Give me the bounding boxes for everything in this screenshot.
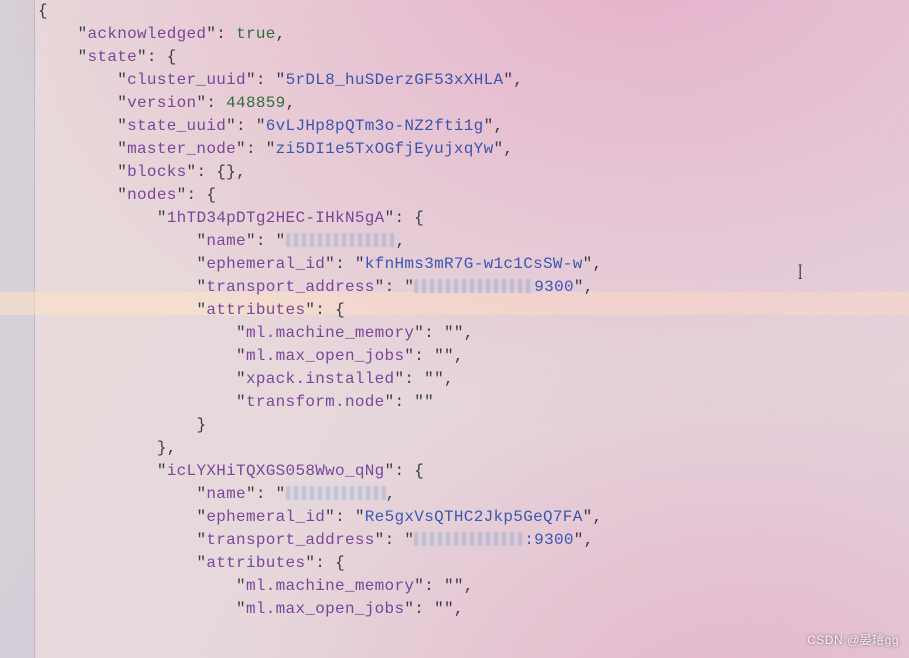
redacted-name-2 bbox=[286, 486, 386, 500]
val-version: 448859 bbox=[226, 94, 285, 112]
val-cluster-uuid: 5rDL8_huSDerzGF53xXHLA bbox=[286, 71, 504, 89]
key-state-uuid: state_uuid bbox=[127, 117, 226, 135]
val-master-node: zi5DI1e5TxOGfjEyujxqYw bbox=[276, 140, 494, 158]
key-version: version bbox=[127, 94, 196, 112]
val-blocks: {} bbox=[216, 163, 236, 181]
key-attributes: attributes bbox=[206, 301, 305, 319]
key-transport-address2: transport_address bbox=[206, 531, 374, 549]
key-name: name bbox=[206, 232, 246, 250]
key-transport-address: transport_address bbox=[206, 278, 374, 296]
redacted-name-1 bbox=[286, 233, 396, 247]
line-gutter bbox=[0, 0, 35, 658]
val-transport-suffix-2: :9300 bbox=[524, 531, 574, 549]
node2-id: icLYXHiTQXGS058Wwo_qNg bbox=[167, 462, 385, 480]
key-attributes2: attributes bbox=[206, 554, 305, 572]
val-state-uuid: 6vLJHp8pQTm3o-NZ2fti1g bbox=[266, 117, 484, 135]
key-ephemeral-id2: ephemeral_id bbox=[206, 508, 325, 526]
key-ml-jobs2: ml.max_open_jobs bbox=[246, 600, 404, 618]
key-cluster-uuid: cluster_uuid bbox=[127, 71, 246, 89]
key-acknowledged: acknowledged bbox=[88, 25, 207, 43]
key-xpack: xpack.installed bbox=[246, 370, 395, 388]
redacted-ip-1 bbox=[414, 279, 534, 293]
key-ml-jobs: ml.max_open_jobs bbox=[246, 347, 404, 365]
val-transport-suffix-1: 9300 bbox=[534, 278, 574, 296]
key-transform: transform.node bbox=[246, 393, 385, 411]
node1-id: 1hTD34pDTg2HEC-IHkN5gA bbox=[167, 209, 385, 227]
val-ephemeral-id-2: Re5gxVsQTHC2Jkp5GeQ7FA bbox=[365, 508, 583, 526]
key-blocks: blocks bbox=[127, 163, 186, 181]
redacted-ip-2 bbox=[414, 532, 524, 546]
key-name2: name bbox=[206, 485, 246, 503]
key-state: state bbox=[88, 48, 138, 66]
key-ml-mem: ml.machine_memory bbox=[246, 324, 414, 342]
key-ephemeral-id: ephemeral_id bbox=[206, 255, 325, 273]
val-ephemeral-id-1: kfnHms3mR7G-w1c1CsSW-w bbox=[365, 255, 583, 273]
key-ml-mem2: ml.machine_memory bbox=[246, 577, 414, 595]
json-code-block[interactable]: { "acknowledged": true, "state": { "clus… bbox=[38, 0, 909, 621]
key-nodes: nodes bbox=[127, 186, 177, 204]
val-acknowledged: true bbox=[236, 25, 276, 43]
csdn-watermark: CSDN @晏璿gg bbox=[807, 629, 899, 652]
key-master-node: master_node bbox=[127, 140, 236, 158]
